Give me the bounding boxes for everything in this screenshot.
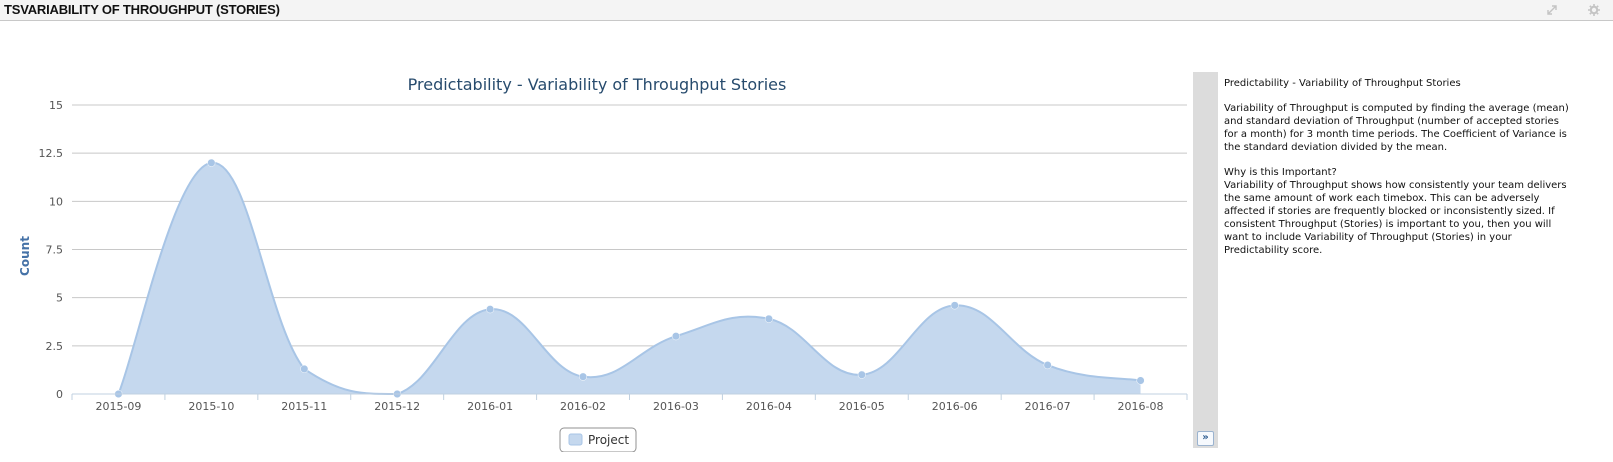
data-point[interactable] [300,364,309,374]
double-chevron-right-icon[interactable]: » [1197,431,1214,446]
y-axis-title: Count [18,236,32,276]
legend-label[interactable]: Project [588,433,629,447]
x-tick-label: 2015-09 [95,400,141,413]
data-point[interactable] [950,301,959,310]
data-point[interactable] [1043,361,1052,370]
y-tick-label: 5 [56,292,63,305]
expand-icon[interactable] [1545,3,1559,17]
x-tick-label: 2015-11 [281,400,327,413]
x-tick-label: 2016-01 [467,400,513,413]
x-tick-label: 2016-06 [932,400,978,413]
data-point[interactable] [857,370,866,379]
series-area [117,161,1141,396]
y-tick-label: 10 [49,195,63,208]
y-tick-label: 7.5 [46,244,64,257]
legend-swatch [568,433,583,446]
y-tick-label: 2.5 [46,340,64,353]
y-axis: 0 2.5 5 7.5 10 12.5 15 [39,99,64,401]
y-tick-label: 15 [49,99,63,112]
gear-icon[interactable] [1587,3,1601,17]
x-tick-label: 2015-10 [188,400,234,413]
x-axis: 2015-09 2015-10 2015-11 2015-12 2016-01 2016-… [71,393,1188,413]
data-point[interactable] [764,314,773,323]
panel-header: TSVARIABILITY OF THROUGHPUT (STORIES) [0,0,1613,21]
x-tick-label: 2015-12 [374,400,420,413]
x-tick-label: 2016-04 [746,400,792,413]
throughput-chart: Predictability - Variability of Throughp… [18,75,1188,452]
data-point[interactable] [1136,376,1145,385]
description-question: Why is this Important? [1224,167,1337,178]
description-panel: Predictability - Variability of Throughp… [1224,77,1569,269]
description-paragraph-1: Variability of Throughput is computed by… [1224,103,1569,153]
y-tick-label: 12.5 [39,147,64,160]
data-point[interactable] [486,305,495,314]
chart-title: Predictability - Variability of Throughp… [408,75,787,94]
data-point[interactable] [671,332,681,341]
series-area-fill [118,162,1141,394]
x-tick-label: 2016-08 [1118,400,1164,413]
x-tick-label: 2016-07 [1025,400,1071,413]
x-tick-label: 2016-05 [839,400,885,413]
description-heading: Predictability - Variability of Throughp… [1224,78,1461,89]
description-paragraph-2: Variability of Throughput shows how cons… [1224,180,1567,256]
x-tick-label: 2016-02 [560,400,606,413]
data-point[interactable] [207,158,216,167]
description-collapse-bar[interactable] [1193,72,1218,448]
y-tick-label: 0 [56,388,63,401]
chart-legend[interactable]: Project [559,427,637,452]
data-point[interactable] [578,372,588,381]
x-tick-label: 2016-03 [653,400,699,413]
panel-title: TSVARIABILITY OF THROUGHPUT (STORIES) [4,2,280,17]
